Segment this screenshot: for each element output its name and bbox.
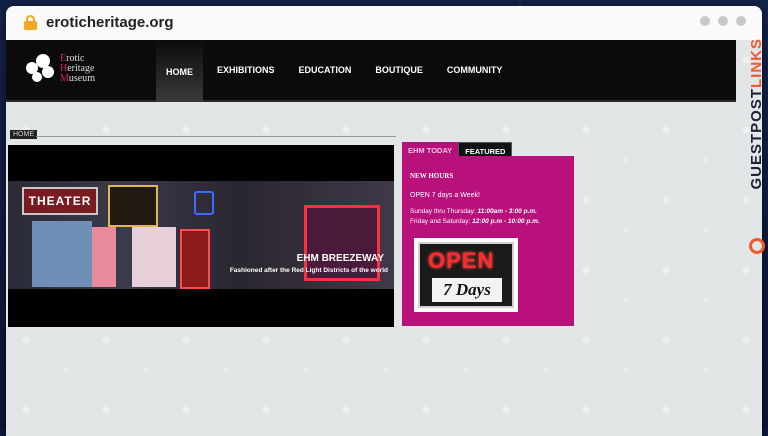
watermark-post: POST — [748, 88, 765, 133]
museum-logo-text[interactable]: Erotic Heritage Museum — [60, 54, 95, 84]
hours-weekday: Sunday thru Thursday: 11:00am - 3:00 p.m… — [410, 208, 537, 215]
logo-word-museum: useum — [68, 73, 96, 84]
featured-panel: NEW HOURS OPEN 7 days a Week! Sunday thr… — [402, 156, 574, 326]
nav-education[interactable]: EDUCATION — [289, 40, 362, 100]
site-header: Erotic Heritage Museum HOME EXHIBITIONS … — [6, 40, 736, 102]
hours-weekend-time: 12:00 p.m - 10:00 p.m. — [472, 218, 540, 225]
hours-weekday-time: 11:00am - 3:00 p.m. — [477, 208, 537, 215]
breadcrumb-home[interactable]: HOME — [10, 130, 37, 139]
logo-cap-m: M — [60, 73, 69, 84]
website-content: Erotic Heritage Museum HOME EXHIBITIONS … — [6, 40, 762, 436]
open-sign-image[interactable]: OPEN 7 Days — [414, 238, 518, 312]
watermark-links: LINKS — [748, 38, 765, 88]
sign-open-text: OPEN — [428, 248, 495, 273]
lock-icon — [24, 15, 37, 30]
sign-days-text: 7 Days — [432, 278, 502, 302]
main-nav: HOME EXHIBITIONS EDUCATION BOUTIQUE COMM… — [156, 40, 516, 102]
museum-logo-icon[interactable] — [24, 52, 58, 86]
nav-community[interactable]: COMMUNITY — [437, 40, 513, 100]
guestpostlinks-watermark: GUESTPOSTLINKS — [748, 38, 768, 254]
display-panel-pink — [92, 227, 116, 287]
nav-boutique[interactable]: BOUTIQUE — [365, 40, 433, 100]
slide-title: EHM BREEZEWAY — [296, 253, 384, 264]
hero-slider[interactable]: THEATER EHM BREEZEWAY Fashioned after th… — [8, 145, 394, 327]
display-panel-light — [132, 227, 176, 287]
link-icon — [749, 238, 765, 254]
window-dot-icon[interactable] — [700, 16, 710, 26]
watermark-guest: GUEST — [748, 132, 765, 190]
hours-weekday-days: Sunday thru Thursday: — [410, 208, 476, 215]
theater-sign: THEATER — [22, 187, 98, 215]
browser-window: eroticheritage.org Erotic Heritage Museu… — [6, 6, 762, 436]
breadcrumb: HOME — [8, 130, 396, 142]
watermark-text: GUESTPOSTLINKS — [748, 38, 765, 190]
display-panel-red — [180, 229, 210, 289]
breadcrumb-divider — [36, 136, 396, 137]
window-controls — [700, 16, 746, 26]
nav-home[interactable]: HOME — [156, 40, 203, 102]
nav-exhibitions[interactable]: EXHIBITIONS — [207, 40, 285, 100]
display-panel-blue — [32, 221, 92, 287]
slide-subtitle: Fashioned after the Red Light Districts … — [229, 267, 388, 274]
neon-sign-blue — [194, 191, 214, 215]
marquee-sign — [108, 185, 158, 227]
window-dot-icon[interactable] — [736, 16, 746, 26]
url-text[interactable]: eroticheritage.org — [46, 14, 174, 31]
hours-weekend-days: Friday and Saturday: — [410, 218, 471, 225]
open-days-text: OPEN 7 days a Week! — [410, 192, 480, 199]
window-dot-icon[interactable] — [718, 16, 728, 26]
address-bar[interactable]: eroticheritage.org — [6, 6, 762, 40]
hours-weekend: Friday and Saturday: 12:00 p.m - 10:00 p… — [410, 218, 540, 225]
new-hours-heading: NEW HOURS — [410, 172, 454, 180]
